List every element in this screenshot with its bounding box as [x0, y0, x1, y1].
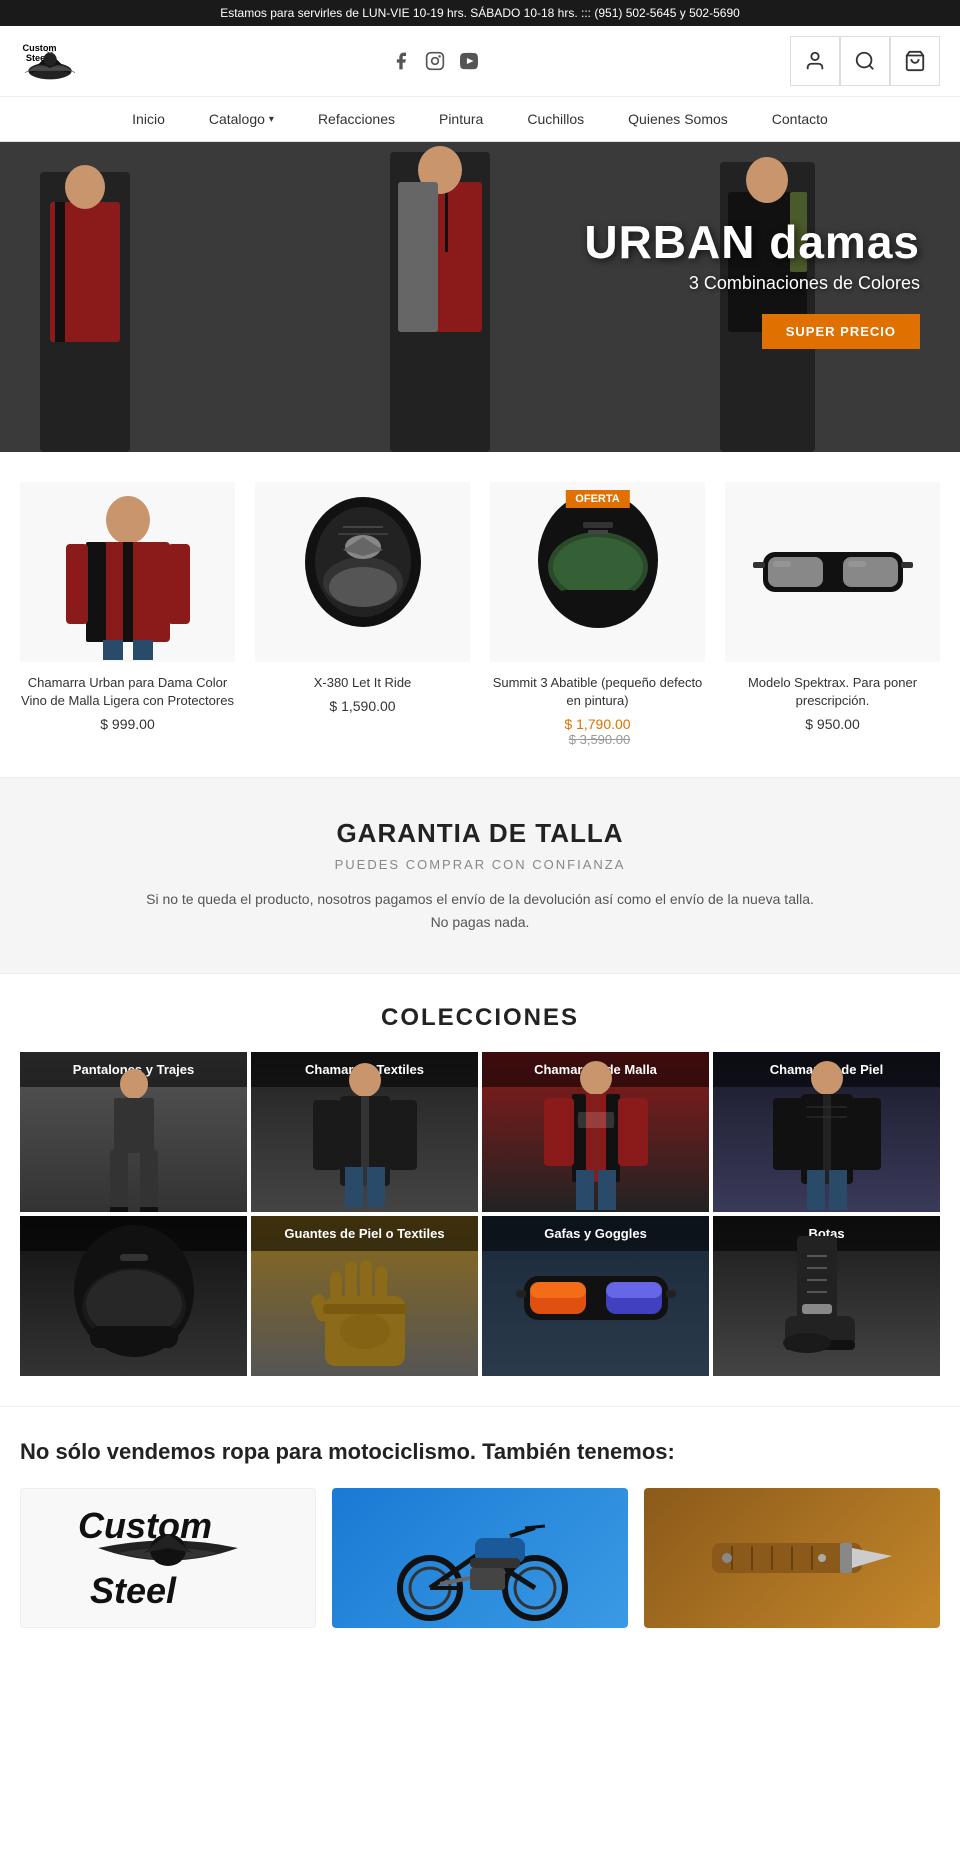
- account-button[interactable]: [790, 36, 840, 86]
- collection-card-gloves[interactable]: Guantes de Piel o Textiles: [251, 1216, 478, 1376]
- product-price-1: $ 999.00: [100, 716, 155, 732]
- product-title-4: Modelo Spektrax. Para poner prescripción…: [725, 674, 940, 710]
- hero-subtitle: 3 Combinaciones de Colores: [584, 273, 920, 294]
- textile-jacket-svg: [285, 1052, 445, 1212]
- bottom-grid: Custom Steel: [20, 1488, 940, 1628]
- cart-button[interactable]: [890, 36, 940, 86]
- cart-icon: [904, 50, 926, 72]
- main-nav: Inicio Catalogo ▾ Refacciones Pintura Cu…: [0, 97, 960, 142]
- nav-contacto[interactable]: Contacto: [750, 97, 850, 141]
- bottom-section: No sólo vendemos ropa para motociclismo.…: [0, 1407, 960, 1658]
- guarantee-section: GARANTIA DE TALLA PUEDES COMPRAR CON CON…: [0, 778, 960, 973]
- collection-card-mesh[interactable]: Chamarras de Malla: [482, 1052, 709, 1212]
- open-helmet-svg: [283, 482, 443, 662]
- svg-text:Custom: Custom: [23, 43, 57, 53]
- collection-card-goggles[interactable]: Gafas y Goggles: [482, 1216, 709, 1376]
- motorcycle-svg: [380, 1488, 580, 1628]
- bottom-knife-card[interactable]: [644, 1488, 940, 1628]
- full-helmet-svg: [518, 482, 678, 662]
- product-image-2: [255, 482, 470, 662]
- instagram-icon[interactable]: [425, 51, 445, 71]
- top-bar-text: Estamos para servirles de LUN-VIE 10-19 …: [220, 6, 740, 20]
- product-price-2: $ 1,590.00: [329, 698, 395, 714]
- logo[interactable]: Custom Steel: [20, 36, 80, 86]
- svg-text:Custom: Custom: [78, 1505, 212, 1546]
- catalogo-chevron-icon: ▾: [269, 114, 274, 125]
- hero-cta-button[interactable]: SUPER PRECIO: [762, 314, 920, 349]
- jacket-image-svg: [48, 482, 208, 662]
- knife-svg: [692, 1488, 892, 1628]
- hero-text: URBAN damas 3 Combinaciones de Colores S…: [584, 219, 920, 349]
- product-price-4: $ 950.00: [805, 716, 860, 732]
- product-card-4[interactable]: Modelo Spektrax. Para poner prescripción…: [725, 482, 940, 747]
- account-icon: [804, 50, 826, 72]
- product-image-4: [725, 482, 940, 662]
- collections-title: COLECCIONES: [20, 1004, 940, 1032]
- product-price-3: $ 1,790.00: [564, 716, 630, 732]
- hero-title: URBAN damas: [584, 219, 920, 265]
- collection-card-helmets[interactable]: Cascos: [20, 1216, 247, 1376]
- nav-refacciones[interactable]: Refacciones: [296, 97, 417, 141]
- bottom-section-title: No sólo vendemos ropa para motociclismo.…: [20, 1437, 940, 1468]
- nav-catalogo[interactable]: Catalogo ▾: [187, 97, 296, 141]
- collection-card-leather[interactable]: Chamarras de Piel: [713, 1052, 940, 1212]
- boots-svg: [747, 1216, 907, 1376]
- products-section: Chamarra Urban para Dama Color Vino de M…: [0, 452, 960, 777]
- products-grid: Chamarra Urban para Dama Color Vino de M…: [20, 482, 940, 747]
- goggles-coll-svg: [516, 1216, 676, 1376]
- goggles-svg: [753, 482, 913, 662]
- mesh-jacket-svg: [516, 1052, 676, 1212]
- pants-image-svg: [54, 1052, 214, 1212]
- product-image-3: OFERTA: [490, 482, 705, 662]
- youtube-icon[interactable]: [459, 51, 479, 71]
- hero-banner: URBAN damas 3 Combinaciones de Colores S…: [0, 142, 960, 452]
- offer-badge: OFERTA: [565, 490, 629, 508]
- gloves-svg: [285, 1216, 445, 1376]
- search-icon: [854, 50, 876, 72]
- product-card-3[interactable]: OFERTA Summit 3 Abatible (pequeño defect…: [490, 482, 705, 747]
- product-title-3: Summit 3 Abatible (pequeño defecto en pi…: [490, 674, 705, 710]
- product-title-2: X-380 Let It Ride: [314, 674, 412, 692]
- header-actions: [790, 36, 940, 86]
- product-card-1[interactable]: Chamarra Urban para Dama Color Vino de M…: [20, 482, 235, 747]
- nav-quienes-somos[interactable]: Quienes Somos: [606, 97, 750, 141]
- collections-grid: Pantalones y Trajes Chamarras Textiles: [20, 1052, 940, 1376]
- top-bar: Estamos para servirles de LUN-VIE 10-19 …: [0, 0, 960, 26]
- bottom-logo-card[interactable]: Custom Steel: [20, 1488, 316, 1628]
- product-image-1: [20, 482, 235, 662]
- nav-pintura[interactable]: Pintura: [417, 97, 505, 141]
- guarantee-text: Si no te queda el producto, nosotros pag…: [140, 888, 820, 933]
- product-card-2[interactable]: X-380 Let It Ride $ 1,590.00: [255, 482, 470, 747]
- product-title-1: Chamarra Urban para Dama Color Vino de M…: [20, 674, 235, 710]
- bottom-logo-svg: Custom Steel: [68, 1498, 268, 1618]
- product-price-old-3: $ 3,590.00: [569, 732, 630, 747]
- social-links: [391, 51, 479, 71]
- logo-eagle-icon: Custom Steel: [20, 36, 80, 86]
- guarantee-subtitle: PUEDES COMPRAR CON CONFIANZA: [30, 857, 930, 872]
- facebook-icon[interactable]: [391, 51, 411, 71]
- collections-section: COLECCIONES Pantalones y Trajes Chamarra…: [0, 974, 960, 1406]
- nav-cuchillos[interactable]: Cuchillos: [505, 97, 606, 141]
- helmet-coll-svg: [54, 1216, 214, 1376]
- nav-inicio[interactable]: Inicio: [110, 97, 187, 141]
- leather-jacket-svg: [747, 1052, 907, 1212]
- collection-card-pants[interactable]: Pantalones y Trajes: [20, 1052, 247, 1212]
- svg-text:Steel: Steel: [90, 1570, 177, 1611]
- bottom-moto-card[interactable]: [332, 1488, 628, 1628]
- collection-card-textiles[interactable]: Chamarras Textiles: [251, 1052, 478, 1212]
- header: Custom Steel: [0, 26, 960, 97]
- guarantee-title: GARANTIA DE TALLA: [30, 818, 930, 849]
- search-button[interactable]: [840, 36, 890, 86]
- collection-card-boots[interactable]: Botas: [713, 1216, 940, 1376]
